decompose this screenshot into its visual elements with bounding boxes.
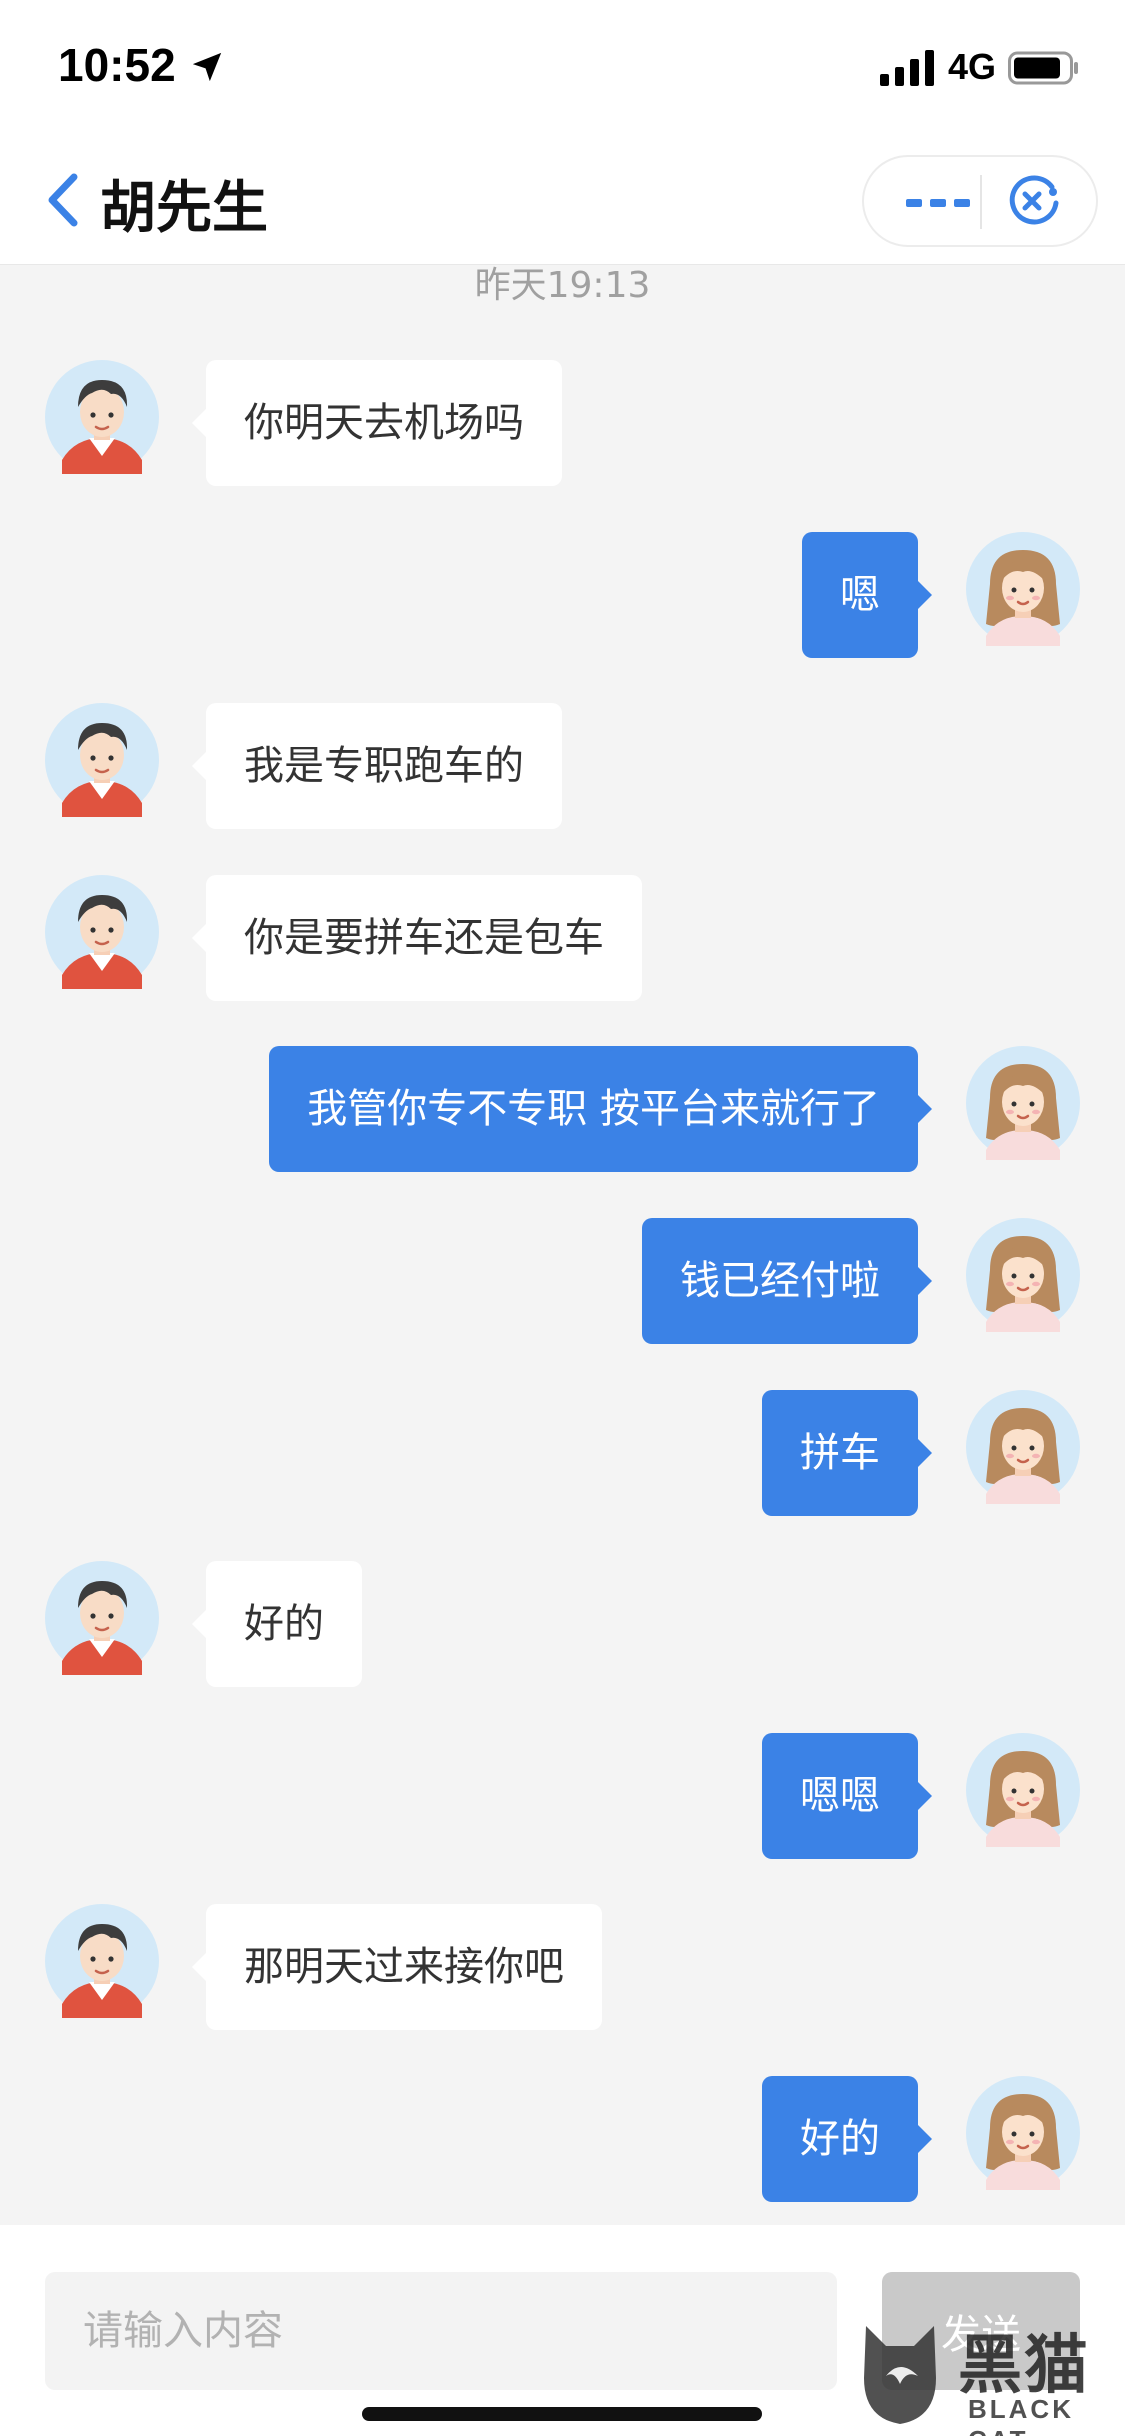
message-bubble[interactable]: 嗯	[802, 531, 932, 658]
contact-avatar[interactable]	[45, 703, 159, 818]
message-bubble[interactable]: 钱已经付啦	[642, 1218, 932, 1344]
message-bubble[interactable]: 我是专职跑车的	[192, 703, 562, 830]
message-bubble[interactable]: 好的	[192, 1561, 362, 1688]
user-avatar[interactable]	[966, 1046, 1080, 1161]
status-time: 10:52	[58, 39, 176, 91]
location-arrow-icon	[192, 52, 222, 82]
message-bubble[interactable]: 拼车	[762, 1389, 932, 1516]
chat-timestamp: 昨天19:13	[474, 265, 651, 306]
contact-avatar[interactable]	[45, 874, 159, 989]
outgoing-message: 钱已经付啦	[0, 1218, 1125, 1344]
network-type: 4G	[948, 46, 997, 87]
contact-avatar[interactable]	[45, 1561, 159, 1676]
chat-area[interactable]: 昨天19:13 你明天去机场吗嗯我是专职跑车的 你是要拼车还是包车我管你专不专职 …	[0, 265, 1125, 2225]
watermark: 黑猫 BLACK CAT	[840, 2310, 1125, 2436]
incoming-message: 那明天过来接你吧	[0, 1904, 1125, 2031]
message-bubble[interactable]: 好的	[762, 2076, 932, 2202]
black-cat-logo-icon	[864, 2326, 936, 2424]
user-avatar[interactable]	[966, 531, 1080, 646]
outgoing-message: 嗯嗯	[0, 1732, 1125, 1859]
status-bar: 10:52 4G	[0, 0, 1125, 135]
message-bubble[interactable]: 嗯嗯	[762, 1732, 932, 1859]
incoming-message: 你是要拼车还是包车	[0, 874, 1125, 1001]
contact-avatar[interactable]	[45, 1904, 159, 2019]
chat-header: 胡先生	[0, 135, 1125, 265]
incoming-message: 你明天去机场吗	[0, 360, 1125, 486]
outgoing-message: 嗯	[0, 531, 1125, 658]
outgoing-message: 好的	[0, 2076, 1125, 2202]
more-dots-icon[interactable]	[898, 179, 978, 225]
message-bubble[interactable]: 那明天过来接你吧	[192, 1904, 602, 2031]
menu-capsule	[862, 155, 1098, 247]
user-avatar[interactable]	[966, 2076, 1080, 2190]
watermark-text-cn: 黑猫	[958, 2329, 1090, 2403]
user-avatar[interactable]	[966, 1218, 1080, 1332]
home-indicator	[362, 2407, 762, 2421]
contact-avatar[interactable]	[45, 360, 159, 474]
outgoing-message: 拼车	[0, 1389, 1125, 1516]
user-avatar[interactable]	[966, 1732, 1080, 1847]
watermark-text-en: BLACK CAT	[968, 2394, 1074, 2436]
signal-bars-icon	[880, 50, 934, 86]
incoming-message: 好的	[0, 1561, 1125, 1688]
back-chevron-icon[interactable]	[38, 165, 88, 235]
outgoing-message: 我管你专不专职 按平台来就行了	[0, 1046, 1125, 1173]
capsule-divider	[980, 175, 982, 229]
close-circle-icon[interactable]	[1004, 175, 1064, 231]
message-bubble[interactable]: 你明天去机场吗	[192, 360, 562, 486]
message-bubble[interactable]: 你是要拼车还是包车	[192, 874, 642, 1001]
battery-icon	[1008, 51, 1078, 85]
message-input[interactable]	[45, 2272, 837, 2390]
incoming-message: 我是专职跑车的	[0, 703, 1125, 830]
user-avatar[interactable]	[966, 1389, 1080, 1504]
contact-name: 胡先生	[100, 176, 268, 241]
message-bubble[interactable]: 我管你专不专职 按平台来就行了	[269, 1046, 932, 1173]
